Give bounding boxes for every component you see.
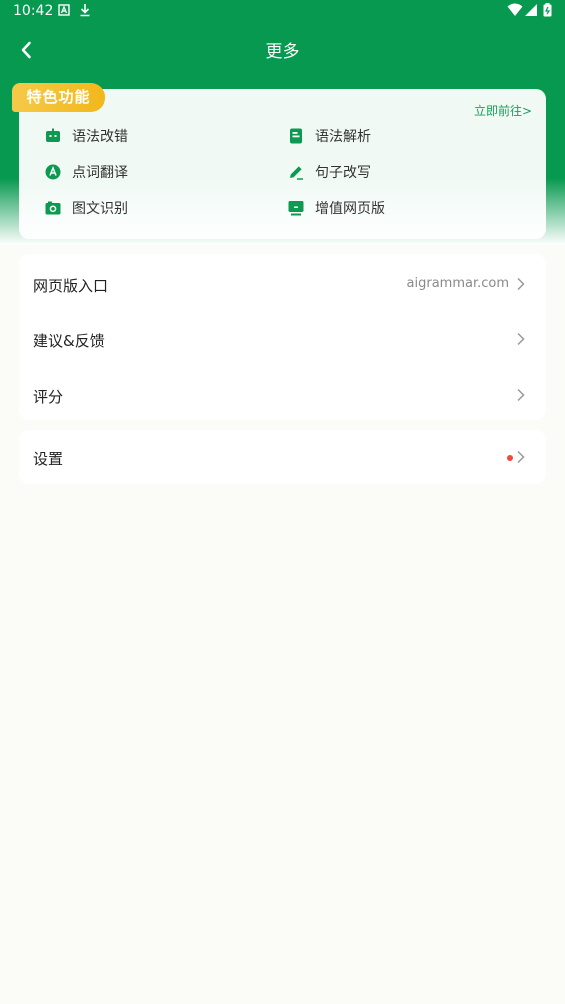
document-icon [290,128,302,144]
chevron-right-icon [517,277,525,291]
page-title: 更多 [265,42,300,62]
feature-premium-web[interactable]: 增值网页版 [288,196,385,220]
menu-item-label: 评分 [33,388,64,406]
go-now-link[interactable]: 立即前往> [474,102,532,119]
menu-item-label: 网页版入口 [33,277,109,295]
nav-bar: 更多 [0,28,565,72]
menu-card-main: 网页版入口 aigrammar.com 建议&反馈 评分 [19,254,546,420]
a-notification-icon [58,4,70,16]
download-icon [80,4,90,17]
feature-label: 句子改写 [315,165,371,181]
battery-icon [543,3,552,17]
feature-label: 语法改错 [72,129,128,145]
menu-item-rating[interactable]: 评分 [19,367,546,423]
feature-label: 语法解析 [315,129,371,145]
chevron-right-icon [517,332,525,346]
status-time: 10:42 [13,3,54,19]
notification-dot [507,455,513,461]
chevron-right-icon [517,388,525,402]
feature-badge: 特色功能 [12,83,105,112]
monitor-icon [288,201,304,216]
chevron-right-icon [517,450,525,464]
menu-item-feedback[interactable]: 建议&反馈 [19,311,546,367]
feature-word-translate[interactable]: 点词翻译 [45,160,128,184]
feature-label: 点词翻译 [72,165,128,181]
feature-grammar-correction[interactable]: 语法改错 [45,124,128,148]
feature-label: 增值网页版 [315,201,385,217]
menu-card-settings: 设置 [19,430,546,484]
status-bar: 10:42 [0,0,565,24]
feature-grammar-analysis[interactable]: 语法解析 [288,124,371,148]
menu-item-value: aigrammar.com [406,276,509,291]
robot-icon [46,128,60,142]
feature-sentence-rewrite[interactable]: 句子改写 [288,160,371,184]
signal-icon [525,4,537,16]
translate-a-icon [45,164,61,180]
feature-image-recognition[interactable]: 图文识别 [45,196,128,220]
pencil-icon [290,166,303,180]
wifi-icon [507,3,523,16]
menu-item-label: 建议&反馈 [33,332,105,350]
menu-item-label: 设置 [33,450,64,468]
menu-item-web-entry[interactable]: 网页版入口 aigrammar.com [19,256,546,312]
feature-label: 图文识别 [72,201,128,217]
feature-card: 立即前往> 语法改错 语法解析 点词翻译 句子改写 图文识别 增值网页版 [19,89,546,239]
menu-item-settings[interactable]: 设置 [19,429,546,485]
camera-icon [45,201,61,215]
